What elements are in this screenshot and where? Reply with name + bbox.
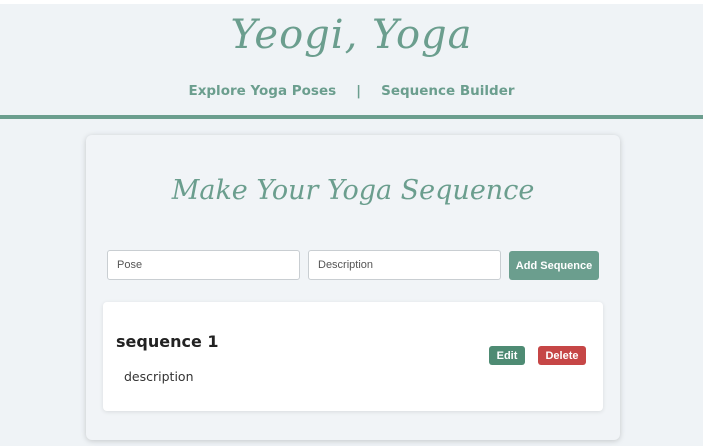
site-header: Yeogi, Yoga Explore Yoga Poses | Sequenc… <box>0 4 703 115</box>
page: Yeogi, Yoga Explore Yoga Poses | Sequenc… <box>0 4 703 446</box>
pose-input[interactable] <box>107 250 300 280</box>
edit-button[interactable]: Edit <box>489 346 525 365</box>
main-nav: Explore Yoga Poses | Sequence Builder <box>0 83 703 99</box>
nav-separator: | <box>356 83 362 99</box>
delete-button[interactable]: Delete <box>538 346 586 365</box>
nav-explore-poses[interactable]: Explore Yoga Poses <box>188 83 336 99</box>
sequence-list-item: sequence 1 description Edit Delete <box>103 302 603 411</box>
sequence-name: sequence 1 <box>116 332 219 351</box>
sequence-builder-card: Make Your Yoga Sequence Add Sequence seq… <box>86 135 620 440</box>
sequence-description: description <box>124 369 194 384</box>
add-sequence-button[interactable]: Add Sequence <box>509 251 599 280</box>
description-input[interactable] <box>308 250 501 280</box>
page-title: Make Your Yoga Sequence <box>171 175 535 206</box>
nav-sequence-builder[interactable]: Sequence Builder <box>381 83 514 99</box>
header-divider <box>0 115 703 119</box>
site-logo: Yeogi, Yoga <box>230 12 473 58</box>
